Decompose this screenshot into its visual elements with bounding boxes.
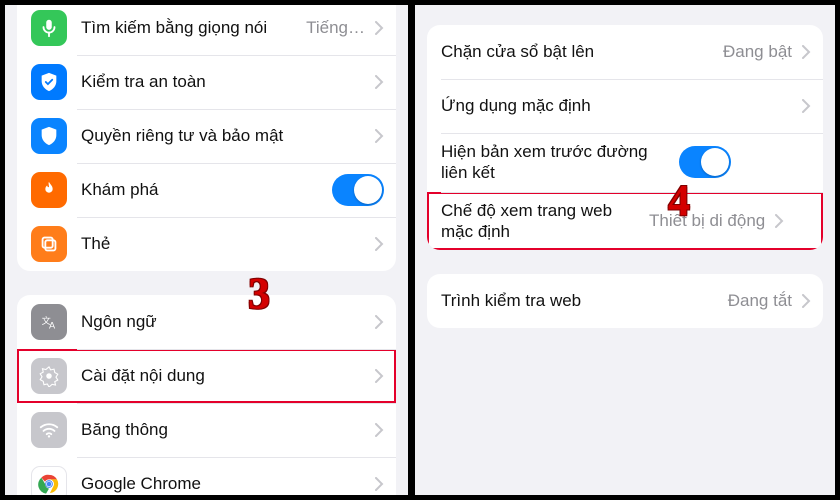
row-label: Ứng dụng mặc định [441,95,792,116]
chevron-right-icon [375,477,384,491]
settings-group-2: 文A Ngôn ngữ Cài đặt nội dung Băng thông … [17,295,396,500]
row-detail: Đang tắt [728,291,792,311]
svg-text:A: A [49,320,56,330]
row-label: Cài đặt nội dung [81,365,365,386]
mic-icon [31,10,67,46]
chevron-right-icon [802,99,811,113]
row-label: Chặn cửa sổ bật lên [441,41,715,62]
row-label: Khám phá [81,179,324,200]
row-discover[interactable]: Khám phá [17,163,396,217]
privacy-icon [31,118,67,154]
tabs-icon [31,226,67,262]
row-default-apps[interactable]: Ứng dụng mặc định [427,79,823,133]
toggle-link-preview[interactable] [679,146,731,178]
row-voice-search[interactable]: Tìm kiếm bằng giọng nói Tiếng… [17,1,396,55]
row-label: Chế độ xem trang web mặc định [441,200,641,243]
row-tabs[interactable]: Thẻ [17,217,396,271]
row-privacy-security[interactable]: Quyền riêng tư và bảo mật [17,109,396,163]
row-detail: Tiếng… [306,18,365,38]
row-safety-check[interactable]: Kiểm tra an toàn [17,55,396,109]
row-bandwidth[interactable]: Băng thông [17,403,396,457]
chevron-right-icon [802,45,811,59]
translate-icon: 文A [31,304,67,340]
chrome-icon [31,466,67,500]
row-web-inspector[interactable]: Trình kiểm tra web Đang tắt [427,274,823,328]
row-label: Hiện bản xem trước đường liên kết [441,141,671,184]
row-label: Google Chrome [81,473,365,494]
chevron-right-icon [375,237,384,251]
settings-pane-left: Tìm kiếm bằng giọng nói Tiếng… Kiểm tra … [0,0,413,500]
row-label: Kiểm tra an toàn [81,71,365,92]
chevron-right-icon [375,369,384,383]
settings-pane-right: Chặn cửa sổ bật lên Đang bật Ứng dụng mặ… [413,0,840,500]
row-detail: Thiết bị di động [649,211,765,231]
row-label: Ngôn ngữ [81,311,365,332]
chevron-right-icon [775,214,784,228]
row-default-site-view[interactable]: Chế độ xem trang web mặc định Thiết bị d… [427,192,823,251]
content-settings-group-1: Chặn cửa sổ bật lên Đang bật Ứng dụng mặ… [427,25,823,250]
chevron-right-icon [375,21,384,35]
shield-icon [31,64,67,100]
wifi-icon [31,412,67,448]
row-languages[interactable]: 文A Ngôn ngữ [17,295,396,349]
row-link-preview[interactable]: Hiện bản xem trước đường liên kết [427,133,823,192]
gear-icon [31,358,67,394]
row-label: Tìm kiếm bằng giọng nói [81,17,298,38]
chevron-right-icon [375,75,384,89]
chevron-right-icon [802,294,811,308]
flame-icon [31,172,67,208]
chevron-right-icon [375,315,384,329]
chevron-right-icon [375,129,384,143]
row-google-chrome[interactable]: Google Chrome [17,457,396,500]
row-content-settings[interactable]: Cài đặt nội dung [17,349,396,403]
row-label: Quyền riêng tư và bảo mật [81,125,365,146]
row-label: Trình kiểm tra web [441,290,720,311]
row-label: Băng thông [81,419,365,440]
row-block-popups[interactable]: Chặn cửa sổ bật lên Đang bật [427,25,823,79]
row-detail: Đang bật [723,42,792,62]
settings-group-1: Tìm kiếm bằng giọng nói Tiếng… Kiểm tra … [17,1,396,271]
row-label: Thẻ [81,233,365,254]
toggle-discover[interactable] [332,174,384,206]
chevron-right-icon [375,423,384,437]
content-settings-group-2: Trình kiểm tra web Đang tắt [427,274,823,328]
